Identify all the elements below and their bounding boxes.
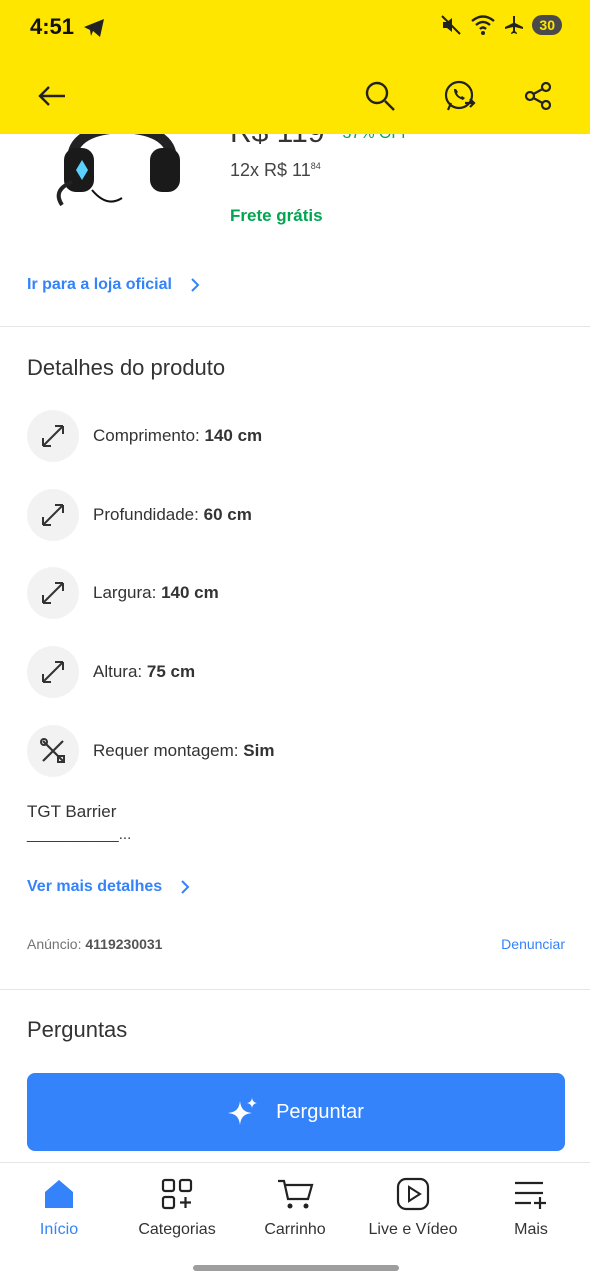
nav-row: [0, 68, 590, 124]
search-button[interactable]: [360, 76, 400, 116]
ad-info: Anúncio: 4119230031 Denunciar: [27, 936, 565, 952]
back-arrow-icon: [38, 86, 65, 106]
wifi-icon: [471, 15, 496, 35]
tab-mais[interactable]: Mais: [472, 1177, 590, 1239]
expand-arrows-icon: [27, 646, 79, 698]
free-shipping: Frete grátis: [230, 206, 323, 225]
expand-arrows-icon: [27, 489, 79, 541]
menu-plus-icon: [515, 1181, 546, 1209]
tab-carrinho[interactable]: Carrinho: [236, 1177, 354, 1239]
ask-question-button[interactable]: Perguntar: [27, 1073, 565, 1151]
questions-title: Perguntas: [27, 1017, 128, 1042]
expand-arrows-icon: [27, 410, 79, 462]
categories-icon: [161, 1178, 193, 1210]
spec-width: Largura: 140 cm: [27, 566, 219, 620]
divider: [0, 326, 590, 327]
cart-icon: [278, 1179, 314, 1209]
status-bar: 4:51 30: [0, 0, 590, 56]
back-button[interactable]: [32, 76, 72, 116]
whatsapp-share-button[interactable]: [440, 76, 480, 116]
details-title: Detalhes do produto: [27, 355, 226, 380]
tab-live-video[interactable]: Live e Vídeo: [354, 1177, 472, 1239]
spec-height: Altura: 75 cm: [27, 645, 195, 699]
expand-arrows-icon: [27, 567, 79, 619]
share-icon: [524, 81, 552, 111]
top-header: 4:51 30: [0, 0, 590, 134]
divider: [0, 989, 590, 990]
mute-icon: [441, 15, 462, 35]
page-content: R$ 11937% OFF 12x R$ 1184 Frete grátis I…: [0, 0, 590, 1160]
sparkle-icon: [228, 1098, 258, 1125]
description-text: TGT Barrier: [27, 802, 117, 821]
spec-depth: Profundidade: 60 cm: [27, 488, 252, 542]
share-button[interactable]: [518, 76, 558, 116]
description-truncated: ___________...: [27, 826, 132, 843]
status-time: 4:51: [30, 14, 75, 39]
home-indicator[interactable]: [193, 1265, 399, 1271]
play-icon: [396, 1177, 430, 1211]
search-icon: [365, 81, 395, 111]
whatsapp-share-icon: [444, 80, 476, 111]
spec-assembly: Requer montagem: Sim: [27, 724, 274, 778]
official-store-link[interactable]: Ir para a loja oficial: [27, 276, 200, 294]
chevron-right-icon: [191, 278, 200, 292]
home-icon: [45, 1180, 73, 1208]
tools-icon: [27, 725, 79, 777]
airplane-mode-icon: [505, 16, 524, 34]
bottom-tab-bar: Início Categorias Carrinho Live e Vídeo …: [0, 1162, 590, 1281]
tab-categorias[interactable]: Categorias: [118, 1177, 236, 1239]
see-more-details-link[interactable]: Ver mais detalhes: [27, 878, 190, 896]
spec-length: Comprimento: 140 cm: [27, 409, 262, 463]
status-icons: 30: [440, 14, 562, 36]
tab-inicio[interactable]: Início: [0, 1177, 118, 1239]
telegram-icon: [84, 19, 104, 37]
battery-indicator: 30: [532, 15, 562, 35]
chevron-right-icon: [181, 880, 190, 894]
installments: 12x R$ 1184: [230, 160, 321, 180]
report-link[interactable]: Denunciar: [501, 936, 565, 952]
